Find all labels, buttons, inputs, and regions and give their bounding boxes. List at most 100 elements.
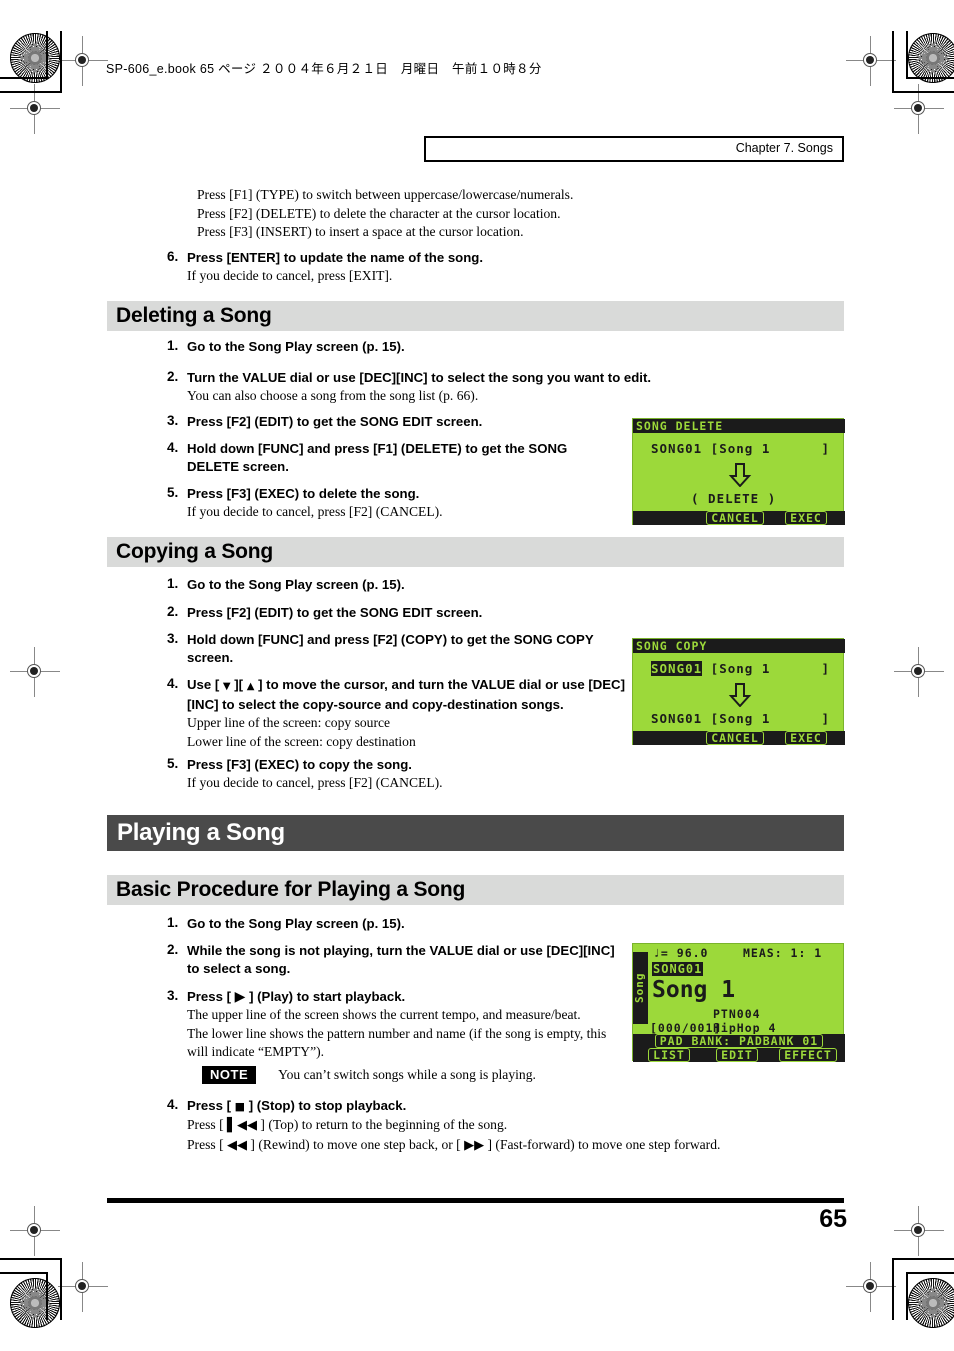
lcd-step-counter: [000/001] xyxy=(650,1021,722,1035)
step-title: Press [ ▶ ] (Play) to start playback. xyxy=(187,988,622,1006)
step-title: Press [F3] (EXEC) to copy the song. xyxy=(187,757,412,772)
chapter-section-playing: Playing a Song xyxy=(107,815,844,851)
step-number: 1. xyxy=(167,915,179,930)
step-title-pre: Press [ xyxy=(187,989,235,1004)
step-title: While the song is not playing, turn the … xyxy=(187,943,615,976)
step-body-1: Press [ ▌◀◀ ] (Top) to return to the beg… xyxy=(187,1116,857,1136)
step-title: Press [ENTER] to update the name of the … xyxy=(187,250,484,265)
step-title: Press [ ■ ] (Stop) to stop playback. xyxy=(187,1097,857,1116)
step-title: Hold down [FUNC] and press [F2] (COPY) t… xyxy=(187,632,594,665)
lcd-source-selected[interactable]: SONG01 xyxy=(651,661,703,676)
step-title-post: ] (Play) to start playback. xyxy=(245,989,406,1004)
lcd-song-copy: SONG COPY SONG01 [Song 1 ] SONG01 [Song … xyxy=(632,638,845,745)
step-6: 6. Press [ENTER] to update the name of t… xyxy=(167,249,637,286)
section-heading-copying: Copying a Song xyxy=(107,537,844,567)
cursor-down-icon: ▼ xyxy=(222,681,231,692)
playing-step-2: 2. While the song is not playing, turn t… xyxy=(167,942,622,978)
body-mid: ] (Rewind) to move one step back, or [ xyxy=(247,1136,465,1152)
footer-rule xyxy=(107,1198,844,1203)
step-number: 1. xyxy=(167,576,179,591)
lcd-softkey-cancel[interactable]: CANCEL xyxy=(702,511,768,525)
section-heading-text: Copying a Song xyxy=(116,540,274,563)
deleting-step-2: 2. Turn the VALUE dial or use [DEC][INC]… xyxy=(167,369,667,406)
step-title: Press [F2] (EDIT) to get the SONG EDIT s… xyxy=(187,414,483,429)
copying-step-1: 1. Go to the Song Play screen (p. 15). xyxy=(167,576,627,594)
lcd-song-name: Song 1 xyxy=(652,977,736,1003)
playing-step-3: 3. Press [ ▶ ] (Play) to start playback.… xyxy=(167,988,622,1062)
lcd-softkey-exec-label: EXEC xyxy=(785,731,827,745)
body-pre: Press [ xyxy=(187,1136,228,1152)
lcd-softkey-edit-label: EDIT xyxy=(716,1048,758,1062)
page-number: 65 xyxy=(819,1205,847,1233)
step-number: 4. xyxy=(167,676,179,691)
lcd-song-play: Song ♩= 96.0 MEAS: 1: 1 SONG01 Song 1 PT… xyxy=(632,943,845,1062)
body-post: ] (Top) to return to the beginning of th… xyxy=(257,1117,508,1132)
top-bar-icon: ▌ xyxy=(227,1118,238,1133)
copying-step-4: 4. Use [ ▼ ][ ▲ ] to move the cursor, an… xyxy=(167,676,627,751)
step-number: 4. xyxy=(167,440,179,455)
step-number: 2. xyxy=(167,604,179,619)
lcd-softkey-cancel-label: CANCEL xyxy=(706,511,764,525)
step-number: 1. xyxy=(167,338,179,353)
section-heading-basic-procedure: Basic Procedure for Playing a Song xyxy=(107,875,844,905)
step-title: Press [F2] (EDIT) to get the SONG EDIT s… xyxy=(187,605,483,620)
lcd-padbank[interactable]: PAD BANK: PADBANK 01 xyxy=(636,1034,842,1048)
lcd-softkey-exec[interactable]: EXEC xyxy=(776,731,836,745)
deleting-step-1: 1. Go to the Song Play screen (p. 15). xyxy=(167,338,627,356)
step-body: If you decide to cancel, press [EXIT]. xyxy=(187,268,393,283)
lcd-padbank-label: PAD BANK: PADBANK 01 xyxy=(654,1034,824,1048)
note-badge: NOTE xyxy=(202,1066,257,1084)
lcd-softkey-cancel-label: CANCEL xyxy=(706,731,764,745)
copying-step-3: 3. Hold down [FUNC] and press [F2] (COPY… xyxy=(167,631,622,667)
lcd-softkey-exec[interactable]: EXEC xyxy=(776,511,836,525)
lcd-song-number[interactable]: SONG01 xyxy=(652,962,704,976)
lcd-source-rest: [Song 1 ] xyxy=(702,661,831,676)
lcd-softkey-list-label: LIST xyxy=(648,1048,690,1062)
lcd-destination-line: SONG01 [Song 1 ] xyxy=(651,711,831,726)
lcd-softkey-edit[interactable]: EDIT xyxy=(705,1048,769,1062)
step-number: 3. xyxy=(167,988,179,1003)
step-number: 3. xyxy=(167,413,179,428)
step-body-2: Lower line of the screen: copy destinati… xyxy=(187,733,416,749)
deleting-step-5: 5. Press [F3] (EXEC) to delete the song.… xyxy=(167,485,612,522)
step-body-2: The lower line shows the pattern number … xyxy=(187,1025,607,1060)
lcd-source-line: SONG01 [Song 1 ] xyxy=(651,661,830,676)
step-title: Press [F3] (EXEC) to delete the song. xyxy=(187,486,420,501)
lcd-vertical-mode-label: Song xyxy=(633,952,648,1024)
playing-step-4: 4. Press [ ■ ] (Stop) to stop playback. … xyxy=(167,1097,857,1155)
fast-forward-icon: ▶▶ xyxy=(464,1137,485,1153)
intro-line-1: Press [F1] (TYPE) to switch between uppe… xyxy=(197,187,574,202)
down-arrow-icon xyxy=(728,463,752,487)
note-text: You can’t switch songs while a song is p… xyxy=(278,1067,536,1082)
note-block: NOTE You can’t switch songs while a song… xyxy=(202,1066,632,1085)
document-page: SP-606_e.book 65 ページ ２００４年６月２１日 月曜日 午前１０… xyxy=(0,0,954,1351)
play-icon: ▶ xyxy=(234,989,246,1005)
step-number: 5. xyxy=(167,756,179,771)
body-pre: Press [ xyxy=(187,1117,228,1132)
step-number: 6. xyxy=(167,249,179,264)
step-number: 2. xyxy=(167,369,179,384)
deleting-step-4: 4. Hold down [FUNC] and press [F1] (DELE… xyxy=(167,440,612,476)
lcd-song-line: SONG01 [Song 1 ] xyxy=(651,441,831,456)
step-title: Turn the VALUE dial or use [DEC][INC] to… xyxy=(187,370,652,385)
lcd-softkey-cancel[interactable]: CANCEL xyxy=(702,731,768,745)
chapter-header-box: Chapter 7. Songs xyxy=(424,136,844,162)
lcd-softkey-effect-label: EFFECT xyxy=(779,1048,837,1062)
deleting-step-3: 3. Press [F2] (EDIT) to get the SONG EDI… xyxy=(167,413,627,431)
lcd-tempo: ♩= 96.0 xyxy=(653,946,709,960)
step-number: 2. xyxy=(167,942,179,957)
top-icon: ◀◀ xyxy=(237,1118,258,1133)
lcd-titlebar: SONG DELETE xyxy=(633,419,845,433)
section-heading-text: Deleting a Song xyxy=(116,304,272,327)
intro-line-3: Press [F3] (INSERT) to insert a space at… xyxy=(197,224,524,239)
copying-step-2: 2. Press [F2] (EDIT) to get the SONG EDI… xyxy=(167,604,627,622)
step-body: You can also choose a song from the song… xyxy=(187,388,479,403)
step-title: Go to the Song Play screen (p. 15). xyxy=(187,339,405,354)
lcd-softkey-effect[interactable]: EFFECT xyxy=(773,1048,843,1062)
playing-step-1: 1. Go to the Song Play screen (p. 15). xyxy=(167,915,627,933)
print-file-line: SP-606_e.book 65 ページ ２００４年６月２１日 月曜日 午前１０… xyxy=(106,62,542,76)
body-post: ] (Fast-forward) to move one step forwar… xyxy=(484,1136,721,1152)
lcd-softkey-list[interactable]: LIST xyxy=(637,1048,701,1062)
step-number: 3. xyxy=(167,631,179,646)
lcd-title-text: SONG COPY xyxy=(636,639,708,653)
